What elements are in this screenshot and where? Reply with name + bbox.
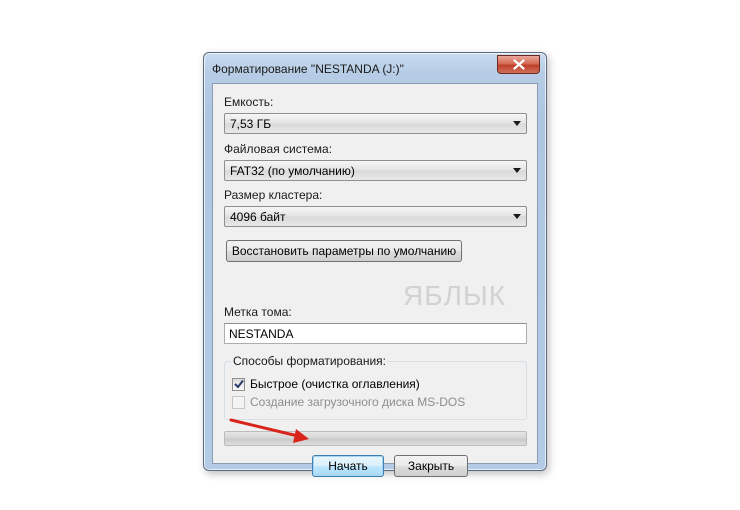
close-icon: [512, 59, 525, 70]
watermark-text: ЯБЛЫК: [403, 280, 507, 311]
capacity-label: Емкость:: [224, 95, 274, 109]
capacity-value: 7,53 ГБ: [230, 117, 272, 131]
start-button[interactable]: Начать: [312, 455, 384, 477]
title-bar[interactable]: Форматирование "NESTANDA (J:)": [204, 53, 546, 83]
quick-format-label: Быстрое (очистка оглавления): [250, 377, 420, 391]
cluster-size-value: 4096 байт: [230, 210, 286, 224]
chevron-down-icon: [513, 214, 521, 219]
close-button[interactable]: Закрыть: [394, 455, 468, 477]
cluster-size-label: Размер кластера:: [224, 188, 323, 202]
dialog-title: Форматирование "NESTANDA (J:)": [212, 62, 404, 76]
format-dialog: Форматирование "NESTANDA (J:)" Емкость: …: [203, 52, 547, 477]
format-options-group: Способы форматирования: Быстрое (очистка…: [224, 354, 527, 420]
volume-label-value: NESTANDA: [229, 327, 294, 341]
cluster-size-select[interactable]: 4096 байт: [224, 206, 527, 227]
format-options-title: Способы форматирования:: [231, 354, 388, 368]
chevron-down-icon: [513, 121, 521, 126]
chevron-down-icon: [513, 168, 521, 173]
format-progress-bar: [224, 431, 527, 446]
filesystem-label: Файловая система:: [224, 142, 333, 156]
filesystem-select[interactable]: FAT32 (по умолчанию): [224, 160, 527, 181]
checkmark-icon: [234, 379, 244, 389]
volume-label-label: Метка тома:: [224, 305, 292, 319]
capacity-select[interactable]: 7,53 ГБ: [224, 113, 527, 134]
quick-format-checkbox[interactable]: [232, 378, 245, 391]
volume-label-input[interactable]: NESTANDA: [224, 323, 527, 344]
watermark: ЯБЛЫК: [403, 280, 506, 312]
msdos-boot-disk-checkbox[interactable]: [232, 396, 245, 409]
msdos-boot-disk-label: Создание загрузочного диска MS-DOS: [250, 395, 466, 409]
close-window-button[interactable]: [497, 55, 540, 74]
dialog-body: Емкость: 7,53 ГБ Файловая система: FAT32…: [212, 83, 538, 477]
filesystem-value: FAT32 (по умолчанию): [230, 164, 355, 178]
restore-defaults-button[interactable]: Восстановить параметры по умолчанию: [226, 240, 462, 262]
